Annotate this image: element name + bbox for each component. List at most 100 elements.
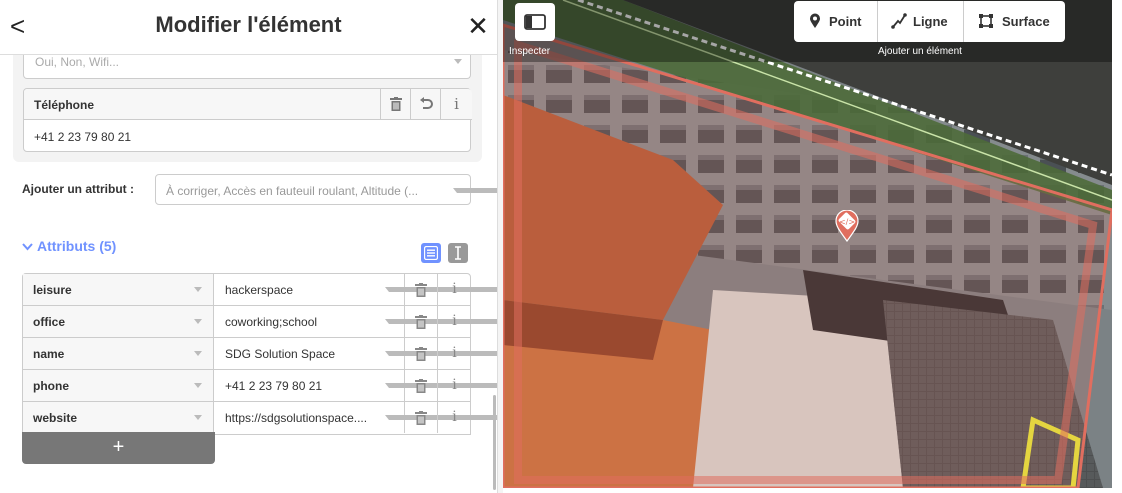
text-view-icon: [455, 246, 461, 260]
line-icon: [891, 13, 907, 29]
tag-key-input[interactable]: leisure: [23, 274, 214, 305]
tag-delete-button[interactable]: [405, 402, 438, 433]
tag-info-button[interactable]: i: [438, 338, 471, 369]
add-point-button[interactable]: Point: [794, 1, 878, 42]
tag-row: website https://sdgsolutionspace.... i: [23, 402, 497, 434]
tag-value-text: hackerspace: [225, 283, 294, 297]
trash-icon: [389, 97, 402, 111]
list-view-toggle[interactable]: [421, 243, 441, 263]
tag-value-input[interactable]: +41 2 23 79 80 21: [214, 370, 497, 401]
inspect-label: Inspecter: [509, 46, 551, 57]
add-line-button[interactable]: Ligne: [878, 1, 964, 42]
phone-field-value[interactable]: +41 2 23 79 80 21: [34, 130, 131, 144]
tag-row: leisure hackerspace i: [23, 274, 497, 306]
tags-section-title: Attributs (5): [37, 238, 117, 254]
tag-row: office coworking;school i: [23, 306, 497, 338]
tag-key-text: name: [33, 347, 65, 361]
inspect-button[interactable]: [515, 3, 555, 41]
text-view-toggle[interactable]: [448, 243, 468, 263]
add-feature-modes: Point Ligne Surface: [794, 1, 1065, 42]
tag-table: leisure hackerspace i office coworking;schoo…: [22, 273, 497, 435]
tag-info-button[interactable]: i: [438, 306, 471, 337]
chevron-down-icon: [453, 188, 497, 193]
tag-key-input[interactable]: website: [23, 402, 214, 433]
tag-value-text: SDG Solution Space: [225, 347, 336, 361]
tag-key-text: leisure: [33, 283, 72, 297]
chevron-down-icon: [194, 351, 202, 356]
tag-info-button[interactable]: i: [438, 274, 471, 305]
map-marker-pin[interactable]: </>: [835, 209, 859, 247]
add-line-label: Ligne: [913, 14, 948, 29]
add-attribute-label: Ajouter un attribut :: [22, 182, 134, 196]
chevron-down-icon: [194, 319, 202, 324]
tag-delete-button[interactable]: [405, 338, 438, 369]
page-title: Modifier l'élément: [155, 12, 342, 37]
trash-icon: [415, 347, 427, 361]
internet-access-placeholder: Oui, Non, Wifi...: [35, 55, 120, 69]
add-point-label: Point: [829, 14, 862, 29]
tag-value-text: https://sdgsolutionspace....: [225, 411, 368, 425]
tags-section-toggle[interactable]: Attributs (5): [22, 238, 116, 254]
tag-info-button[interactable]: i: [438, 370, 471, 401]
chevron-down-icon: [194, 415, 202, 420]
phone-info-button[interactable]: i: [440, 89, 472, 120]
add-attribute-row: Ajouter un attribut : À corriger, Accès …: [0, 171, 497, 207]
code-marker-icon: </>: [835, 209, 859, 243]
window-bottom-edge: [503, 488, 1112, 493]
tag-info-button[interactable]: i: [438, 402, 471, 433]
window-edge: [1112, 0, 1122, 493]
tag-value-input[interactable]: coworking;school: [214, 306, 497, 337]
tag-delete-button[interactable]: [405, 370, 438, 401]
tag-row: phone +41 2 23 79 80 21 i: [23, 370, 497, 402]
phone-field-label-bar: Téléphone: [24, 89, 380, 120]
tag-delete-button[interactable]: [405, 306, 438, 337]
tag-value-input[interactable]: SDG Solution Space: [214, 338, 497, 369]
sidebar-panel-icon: [524, 14, 546, 30]
phone-field: Téléphone i +41 2 23 79 80 21: [23, 88, 472, 152]
phone-revert-button[interactable]: [410, 89, 440, 120]
svg-text:</>: </>: [839, 218, 855, 227]
phone-delete-button[interactable]: [380, 89, 410, 120]
list-view-icon: [424, 246, 438, 260]
add-tag-button[interactable]: +: [22, 432, 215, 464]
close-button[interactable]: ✕: [465, 10, 491, 42]
chevron-down-icon: [194, 383, 202, 388]
add-feature-label: Ajouter un élément: [878, 46, 962, 57]
add-area-label: Surface: [1002, 14, 1050, 29]
chevron-down-icon: [22, 243, 33, 251]
tag-value-text: coworking;school: [225, 315, 318, 329]
undo-icon: [419, 97, 433, 109]
trash-icon: [415, 411, 427, 425]
internet-access-field[interactable]: Oui, Non, Wifi...: [23, 55, 471, 79]
chevron-down-icon: [454, 59, 462, 64]
feature-editor-sidebar: < Modifier l'élément ✕ Oui, Non, Wifi...…: [0, 0, 497, 493]
tag-key-input[interactable]: office: [23, 306, 214, 337]
back-button[interactable]: <: [10, 10, 38, 42]
preset-fields: Oui, Non, Wifi... Téléphone i +41 2 23 7…: [13, 55, 482, 162]
tag-key-input[interactable]: phone: [23, 370, 214, 401]
tag-key-text: website: [33, 411, 78, 425]
tag-key-text: phone: [33, 379, 69, 393]
tag-value-input[interactable]: hackerspace: [214, 274, 497, 305]
add-attribute-placeholder: À corriger, Accès en fauteuil roulant, A…: [166, 184, 419, 198]
add-area-button[interactable]: Surface: [964, 1, 1065, 42]
chevron-down-icon: [194, 287, 202, 292]
editor-header: < Modifier l'élément ✕: [0, 0, 497, 55]
tag-value-input[interactable]: https://sdgsolutionspace....: [214, 402, 497, 433]
aerial-imagery: [503, 0, 1112, 488]
tag-delete-button[interactable]: [405, 274, 438, 305]
add-attribute-combobox[interactable]: À corriger, Accès en fauteuil roulant, A…: [155, 174, 497, 205]
trash-icon: [415, 379, 427, 393]
tag-value-text: +41 2 23 79 80 21: [225, 379, 323, 393]
phone-field-label: Téléphone: [34, 98, 95, 112]
point-pin-icon: [810, 13, 820, 28]
editor-body: Oui, Non, Wifi... Téléphone i +41 2 23 7…: [0, 55, 497, 493]
tag-key-input[interactable]: name: [23, 338, 214, 369]
tag-row: name SDG Solution Space i: [23, 338, 497, 370]
tag-key-text: office: [33, 315, 66, 329]
sidebar-scrollbar[interactable]: [493, 395, 496, 490]
trash-icon: [415, 315, 427, 329]
trash-icon: [415, 283, 427, 297]
area-icon: [979, 14, 993, 28]
map-canvas[interactable]: [503, 0, 1112, 488]
